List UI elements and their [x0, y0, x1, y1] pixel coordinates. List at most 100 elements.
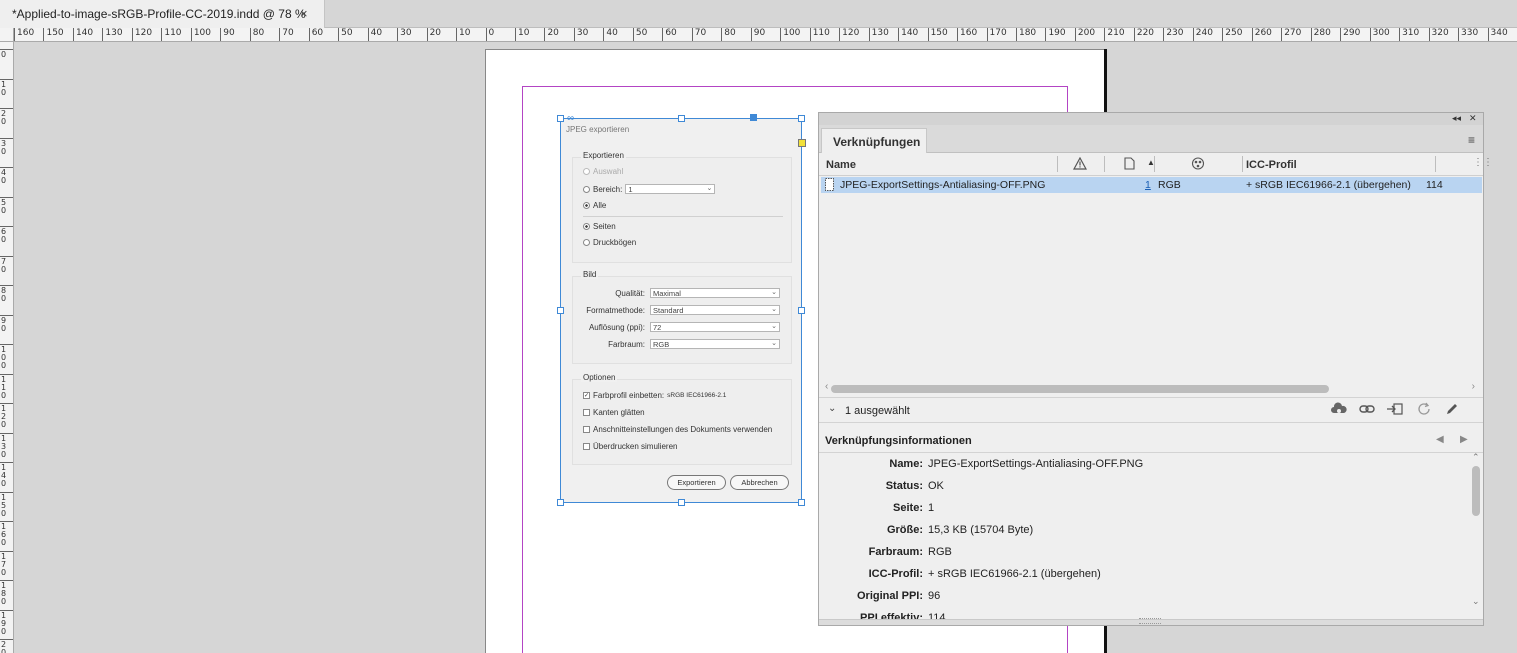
ruler-tick: 230	[1163, 28, 1184, 41]
collapse-panel-icon[interactable]: ◂◂	[1452, 113, 1461, 124]
ruler-tick-label: 80	[724, 28, 736, 38]
ruler-origin-corner[interactable]	[0, 28, 14, 42]
scroll-left-icon[interactable]: ‹	[825, 381, 828, 392]
go-to-link-icon[interactable]	[1386, 402, 1404, 418]
ruler-tick: 20	[544, 28, 559, 41]
ruler-tick: 100	[780, 28, 800, 41]
scroll-down-icon[interactable]: ⌄	[1472, 596, 1480, 607]
relink-icon[interactable]	[1358, 402, 1376, 418]
tab-links[interactable]: Verknüpfungen	[821, 128, 927, 153]
ruler-tick-label: 0	[488, 28, 495, 38]
resolution-value: 72	[653, 323, 662, 332]
update-link-icon[interactable]	[1415, 402, 1433, 418]
horizontal-scrollbar[interactable]: ‹ ›	[825, 381, 1475, 395]
corner-options-handle[interactable]	[798, 139, 806, 147]
file-icon	[825, 178, 834, 194]
info-key: Status:	[885, 480, 923, 492]
chevron-down-icon[interactable]: ⌄	[828, 403, 836, 414]
warning-icon[interactable]	[1072, 156, 1088, 173]
frame-handle-middle-left[interactable]	[557, 307, 564, 314]
frame-handle-bottom-right[interactable]	[798, 499, 805, 506]
vertical-ruler[interactable]: 0 10 20 30 40 50 60 70 80 90 100 110 120 130 140 150 160…	[0, 42, 14, 653]
column-options-icon[interactable]: ⋮⋮	[1473, 157, 1493, 168]
ruler-tick: 40	[603, 28, 618, 41]
ruler-tick: 160	[957, 28, 977, 41]
scrollbar-thumb[interactable]	[1472, 466, 1480, 516]
column-divider[interactable]	[1057, 156, 1058, 172]
radio-label: Bereich:	[593, 184, 623, 194]
scroll-right-icon[interactable]: ›	[1472, 381, 1475, 392]
link-info-title: Verknüpfungsinformationen	[825, 435, 972, 447]
cancel-button: Abbrechen	[730, 475, 789, 490]
document-tab[interactable]: *Applied-to-image-sRGB-Profile-CC-2019.i…	[0, 0, 325, 28]
ruler-tick: 120	[131, 28, 152, 41]
resize-grip-icon[interactable]	[1139, 618, 1161, 624]
link-icon[interactable]: ∞	[567, 113, 574, 124]
link-row-selected[interactable]: JPEG-ExportSettings-Antialiasing-OFF.PNG…	[821, 177, 1482, 193]
info-row: Name: JPEG-ExportSettings-Antialiasing-O…	[819, 458, 1459, 478]
column-name[interactable]: Name	[826, 159, 856, 171]
column-divider[interactable]	[1154, 156, 1155, 172]
ruler-tick-label: 280	[1313, 28, 1331, 38]
column-divider[interactable]	[1104, 156, 1105, 172]
ruler-tick: 140	[898, 28, 918, 41]
scrollbar-thumb[interactable]	[831, 385, 1329, 393]
ruler-tick: 160	[0, 521, 13, 551]
previous-link-icon[interactable]: ◀	[1436, 434, 1444, 445]
frame-handle-bottom-left[interactable]	[557, 499, 564, 506]
edit-original-icon[interactable]	[1443, 402, 1461, 418]
page-icon[interactable]	[1123, 157, 1135, 173]
cloud-relink-icon[interactable]	[1330, 402, 1348, 418]
checkbox-bleed: Anschnitteinstellungen des Dokuments ver…	[583, 425, 772, 434]
frame-handle-top-left[interactable]	[557, 115, 564, 122]
selection-toolbar: ⌄ 1 ausgewählt	[819, 397, 1483, 423]
fieldset-legend: Bild	[581, 270, 599, 279]
chevron-down-icon: ⌄	[771, 306, 777, 313]
scroll-up-icon[interactable]: ⌃	[1472, 452, 1480, 463]
frame-handle-middle-right[interactable]	[798, 307, 805, 314]
ruler-tick-label: 60	[665, 28, 677, 38]
ruler-tick: 40	[367, 28, 382, 41]
indesign-window: *Applied-to-image-sRGB-Profile-CC-2019.i…	[0, 0, 1517, 653]
ruler-tick-label: 100	[193, 28, 211, 38]
ruler-tick: 10	[514, 28, 529, 41]
ruler-tick-label: 250	[1225, 28, 1243, 38]
info-row: Original PPI: 96	[819, 590, 1459, 610]
column-icc-profile[interactable]: ICC-Profil	[1246, 159, 1297, 171]
link-page-number[interactable]: 1	[1145, 179, 1151, 191]
resolution-combo: 72 ⌄	[650, 322, 780, 332]
ruler-tick: 260	[1251, 28, 1272, 41]
vertical-scrollbar[interactable]: ⌃ ⌄	[1470, 452, 1482, 606]
close-icon[interactable]: ×	[300, 6, 308, 21]
ruler-tick: 210	[1104, 28, 1125, 41]
chevron-down-icon: ⌄	[706, 185, 713, 192]
panel-menu-icon[interactable]: ≡	[1468, 133, 1475, 147]
colorspace-value: RGB	[653, 340, 670, 349]
panel-tab-bar: Verknüpfungen ≡	[819, 125, 1483, 153]
radio-label: Alle	[593, 201, 607, 210]
close-icon[interactable]: ✕	[1469, 113, 1477, 124]
frame-handle-top-right[interactable]	[798, 115, 805, 122]
horizontal-ruler[interactable]: 160 150 140 130 120 110 100 90 80 70 60 50 40 30 20 10 0…	[14, 28, 1517, 42]
content-grabber-handle[interactable]	[750, 114, 757, 121]
placed-image-frame[interactable]: JPEG exportieren Exportieren Auswahl Ber…	[560, 118, 802, 503]
ruler-tick: 130	[868, 28, 889, 41]
next-link-icon[interactable]: ▶	[1460, 434, 1468, 445]
ruler-tick: 150	[43, 28, 64, 41]
ruler-tick-label: 190	[1, 610, 7, 636]
panel-title-bar[interactable]: ◂◂ ✕	[819, 113, 1483, 125]
ruler-tick: 180	[0, 580, 13, 610]
checkbox-label: Überdrucken simulieren	[593, 442, 678, 451]
colorspace-icon[interactable]	[1191, 157, 1205, 173]
column-divider[interactable]	[1242, 156, 1243, 172]
frame-handle-bottom-center[interactable]	[678, 499, 685, 506]
ruler-tick-label: 310	[1402, 28, 1420, 38]
frame-handle-top-center[interactable]	[678, 115, 685, 122]
ruler-tick-label: 10	[517, 28, 530, 38]
ruler-tick-label: 140	[1, 463, 7, 488]
checkbox-icon	[583, 426, 590, 433]
radio-icon	[583, 239, 590, 246]
links-list-empty-area[interactable]	[819, 193, 1483, 383]
ruler-tick: 250	[1222, 28, 1242, 41]
column-divider[interactable]	[1435, 156, 1436, 172]
